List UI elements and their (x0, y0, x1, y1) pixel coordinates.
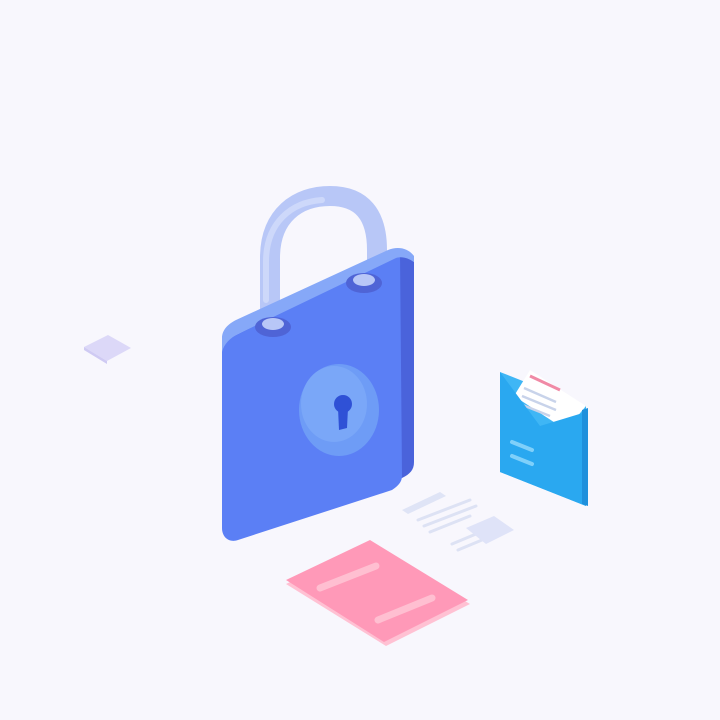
envelope-side (582, 408, 588, 506)
shackle-hole-left-inner (262, 318, 284, 330)
lock-body-side (400, 252, 414, 478)
shackle-hole-right-inner (353, 274, 375, 286)
security-illustration (0, 0, 720, 720)
